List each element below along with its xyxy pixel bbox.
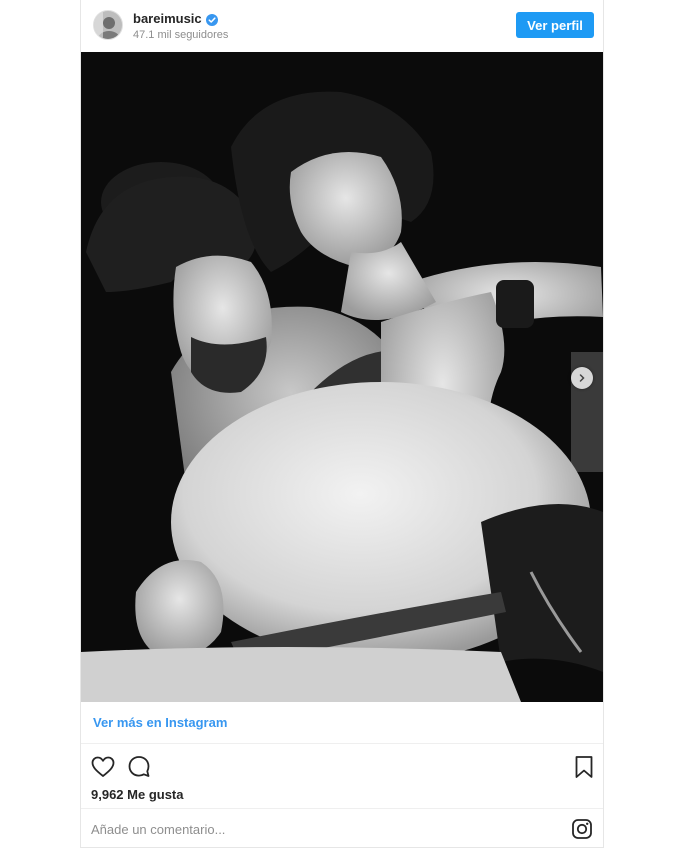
photo-image	[81, 52, 603, 702]
view-profile-button[interactable]: Ver perfil	[516, 12, 594, 38]
view-more-section: Ver más en Instagram	[81, 702, 603, 744]
username-row: bareimusic	[133, 11, 218, 26]
username[interactable]: bareimusic	[133, 11, 202, 26]
comment-bubble-icon[interactable]	[126, 754, 152, 780]
heart-icon[interactable]	[90, 754, 116, 780]
like-count: 9,962 Me gusta	[91, 787, 184, 802]
avatar[interactable]	[93, 10, 123, 40]
comment-bar	[81, 808, 603, 848]
action-bar	[81, 750, 603, 782]
bookmark-icon[interactable]	[571, 754, 597, 780]
instagram-embed: bareimusic 47.1 mil seguidores Ver perfi…	[80, 0, 604, 848]
follower-count: 47.1 mil seguidores	[133, 29, 229, 41]
post-header: bareimusic 47.1 mil seguidores Ver perfi…	[81, 0, 603, 52]
instagram-logo-icon[interactable]	[571, 818, 593, 840]
view-more-link[interactable]: Ver más en Instagram	[93, 715, 227, 730]
comment-input[interactable]	[91, 819, 511, 839]
post-photo[interactable]	[81, 52, 603, 702]
verified-badge-icon	[205, 13, 218, 26]
chevron-right-icon[interactable]	[571, 367, 593, 389]
avatar-image	[94, 11, 122, 39]
